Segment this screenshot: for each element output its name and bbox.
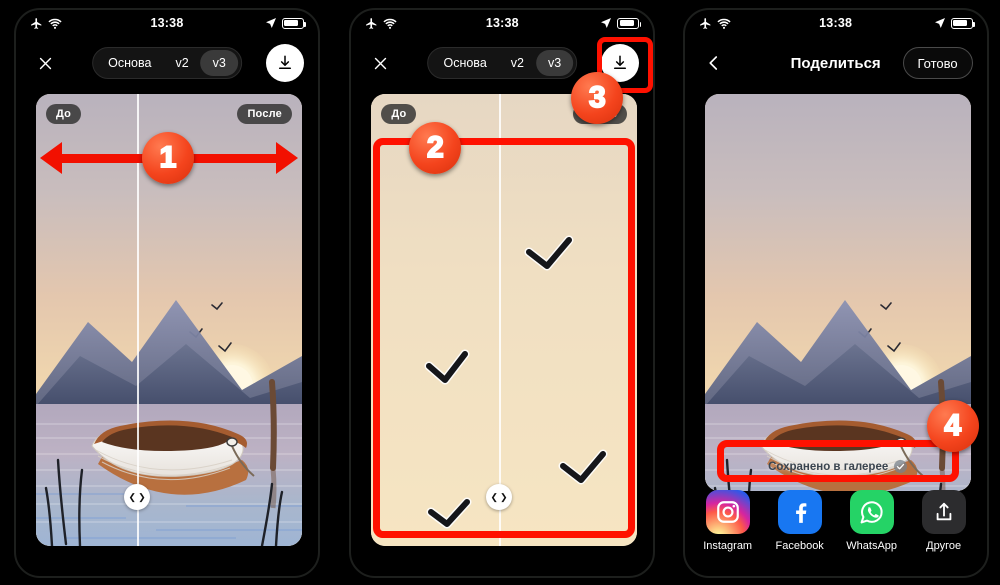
before-label-1: До	[46, 104, 82, 124]
segment-osnova-1[interactable]: Основа	[96, 50, 163, 76]
compare-slider-handle-1[interactable]: ❮ ❯	[124, 484, 151, 510]
battery-icon	[282, 17, 306, 29]
step-badge-3: 3	[571, 72, 624, 124]
close-icon	[374, 57, 386, 69]
segment-v3-2[interactable]: v3	[535, 50, 574, 76]
whatsapp-icon	[849, 490, 894, 534]
download-icon	[279, 55, 291, 69]
phone-frame-2: 13:38 Основа v2 v3 До ❮ ❯ 2 3	[349, 8, 656, 578]
phone-frame-3: 13:38 Поделиться Готово Сохранено в гале…	[682, 8, 989, 578]
download-button-1[interactable]	[266, 44, 304, 82]
step-badge-2: 2	[409, 122, 462, 174]
arrow-head-left-icon	[40, 142, 62, 174]
facebook-icon	[777, 490, 822, 534]
nav-bar-3: Поделиться Готово	[685, 40, 987, 86]
segment-v3-1[interactable]: v3	[200, 50, 238, 76]
status-bar-1: 13:38	[16, 10, 318, 36]
step-badge-1: 1	[142, 132, 194, 184]
status-bar-3: 13:38	[685, 10, 987, 36]
step-badge-4: 4	[926, 400, 979, 452]
after-label-1: После	[237, 104, 292, 124]
close-button-2[interactable]	[367, 50, 393, 76]
annotation-rect-2	[373, 138, 636, 538]
close-button-1[interactable]	[32, 50, 58, 76]
share-target-facebook[interactable]: Facebook	[773, 490, 827, 552]
before-label-2: До	[381, 104, 417, 124]
share-target-whatsapp[interactable]: WhatsApp	[845, 490, 899, 552]
panel-share-sheet: 13:38 Поделиться Готово Сохранено в гале…	[666, 0, 1000, 585]
share-targets-row: Instagram Facebook WhatsApp Другое	[685, 490, 987, 552]
chevron-left-icon: ❮	[128, 491, 137, 502]
arrow-head-right-icon	[276, 142, 298, 174]
version-segmented-control-2[interactable]: Основа v2 v3	[427, 47, 578, 79]
share-target-instagram[interactable]: Instagram	[701, 490, 755, 552]
share-label-instagram: Instagram	[703, 540, 753, 552]
close-icon	[39, 57, 51, 69]
panel-editor-zoomed: 13:38 Основа v2 v3 До ❮ ❯ 2 3	[333, 0, 667, 585]
share-out-icon	[921, 490, 966, 534]
segment-v2-1[interactable]: v2	[163, 50, 200, 76]
status-time: 13:38	[485, 16, 519, 30]
battery-icon	[950, 17, 975, 29]
screenshot-root: 13:38 Основа v2 v3 До После ❮ ❯ 1 13:38 …	[0, 0, 1000, 585]
segment-osnova-2[interactable]: Основа	[431, 50, 498, 76]
share-label-whatsapp: WhatsApp	[846, 540, 898, 552]
nav-bar-1: Основа v2 v3	[16, 40, 318, 86]
segment-v2-2[interactable]: v2	[499, 50, 536, 76]
chevron-right-icon: ❯	[138, 491, 146, 502]
phone-frame-1: 13:38 Основа v2 v3 До После ❮ ❯ 1	[14, 8, 320, 578]
share-label-other: Другое	[926, 540, 962, 552]
panel-editor-compare: 13:38 Основа v2 v3 До После ❮ ❯ 1	[0, 0, 334, 585]
status-time: 13:38	[819, 16, 853, 30]
share-target-other[interactable]: Другое	[917, 490, 971, 552]
instagram-icon	[705, 490, 750, 534]
status-bar-2: 13:38	[351, 10, 653, 36]
annotation-rect-4	[716, 440, 959, 482]
battery-icon	[617, 17, 642, 29]
done-button[interactable]: Готово	[902, 47, 973, 79]
status-time: 13:38	[150, 16, 184, 30]
version-segmented-control-1[interactable]: Основа v2 v3	[92, 47, 242, 79]
share-label-facebook: Facebook	[775, 540, 824, 552]
